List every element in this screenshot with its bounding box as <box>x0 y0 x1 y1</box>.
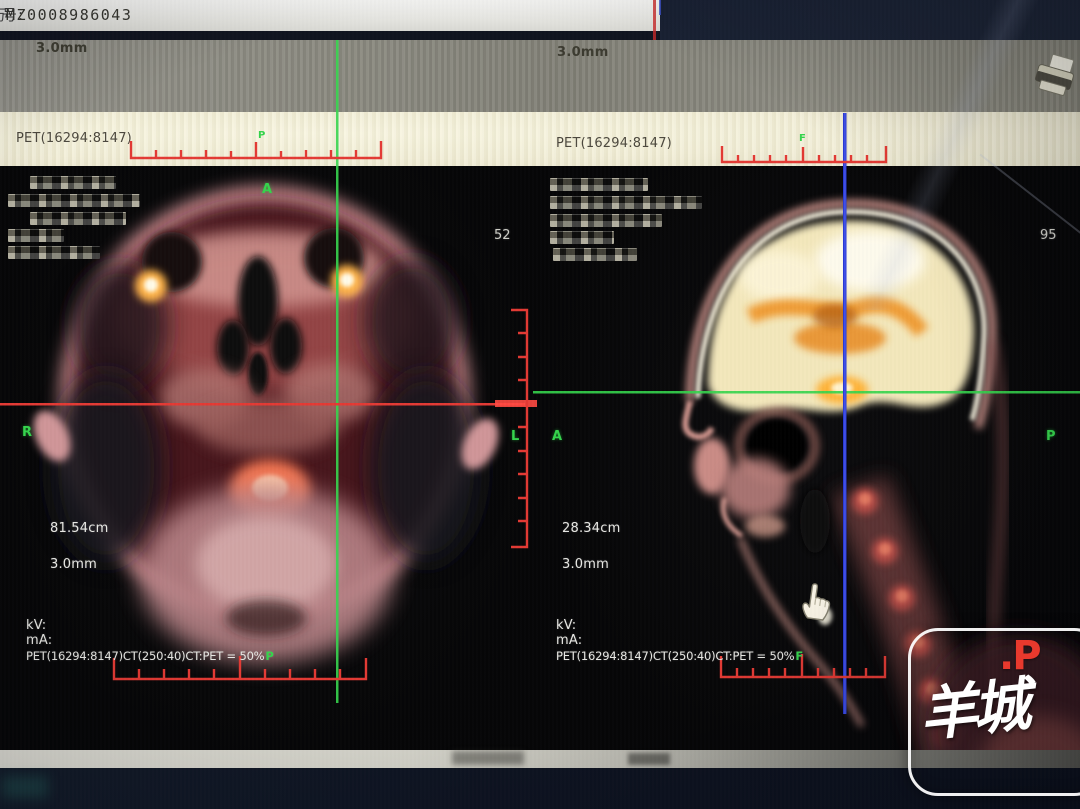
redacted-patient-info <box>8 194 140 207</box>
redacted-patient-info <box>550 178 648 191</box>
fusion-readout-axial: PET(16294:8147)CT(250:40)CT:PET = 50%P <box>26 649 264 663</box>
watermark-brand: 羊城 <box>915 658 1029 753</box>
ruler-center-marker-sagittal: F <box>799 133 806 144</box>
orientation-posterior-label-sagittal: P <box>1046 429 1056 444</box>
kv-label-sagittal: kV: <box>556 618 576 633</box>
ruler-center-marker-axial: P <box>258 130 265 141</box>
yangcheng-watermark: .P 羊城 <box>908 628 1080 796</box>
orientation-anterior-label: A <box>262 182 272 197</box>
orientation-right-label: R <box>22 425 32 440</box>
patient-id-value: MZ0008986043 <box>6 0 132 31</box>
redacted-patient-info <box>550 214 662 227</box>
reflection-glint <box>2 776 48 798</box>
thickness-readout-sagittal: 3.0mm <box>562 557 609 572</box>
thickness-readout-axial: 3.0mm <box>50 557 97 572</box>
printer-icon[interactable] <box>1028 50 1080 108</box>
fov-readout-sagittal: 28.34cm <box>562 521 620 536</box>
pet-series-band <box>0 112 1080 166</box>
slice-thickness-left: 3.0mm <box>36 41 88 56</box>
ma-label-sagittal: mA: <box>556 633 582 648</box>
slice-number-axial: 52 <box>494 228 511 243</box>
fov-readout-axial: 81.54cm <box>50 521 108 536</box>
screen-reflection-blue <box>659 0 661 15</box>
reflection-smudge <box>628 753 670 765</box>
redacted-patient-info <box>8 246 100 259</box>
pet-ct-workstation-screen: 万号:MZ0008986043 3.0mm 3.0mm PET(16294:81… <box>0 0 1080 809</box>
series-label-sagittal: PET(16294:8147) <box>556 136 672 151</box>
slice-number-sagittal: 95 <box>1040 228 1057 243</box>
orientation-feet-marker: F <box>795 649 803 663</box>
redacted-patient-info <box>550 196 702 209</box>
slice-thickness-right: 3.0mm <box>557 45 609 60</box>
redacted-patient-info <box>8 229 64 242</box>
toolbar-band <box>0 40 1080 112</box>
fusion-text: PET(16294:8147)CT(250:40)CT:PET = 50% <box>26 649 264 663</box>
reflection-smudge <box>452 751 524 765</box>
redacted-patient-info <box>553 248 637 261</box>
hand-cursor-icon <box>797 577 837 623</box>
orientation-left-label: L <box>511 429 519 444</box>
fusion-text: PET(16294:8147)CT(250:40)CT:PET = 50% <box>556 649 794 663</box>
kv-label-axial: kV: <box>26 618 46 633</box>
ma-label-axial: mA: <box>26 633 52 648</box>
screen-reflection-red <box>653 0 656 40</box>
redacted-patient-info <box>30 212 126 225</box>
orientation-posterior-marker: P <box>265 649 273 663</box>
series-label-axial: PET(16294:8147) <box>16 131 132 146</box>
monitor-bezel-top-right <box>660 0 1080 40</box>
redacted-patient-info <box>30 176 116 189</box>
orientation-anterior-label-sagittal: A <box>552 429 562 444</box>
redacted-patient-info <box>550 231 614 244</box>
fusion-readout-sagittal: PET(16294:8147)CT(250:40)CT:PET = 50%F <box>556 649 794 663</box>
patient-id-bar: 万号:MZ0008986043 <box>0 0 660 31</box>
